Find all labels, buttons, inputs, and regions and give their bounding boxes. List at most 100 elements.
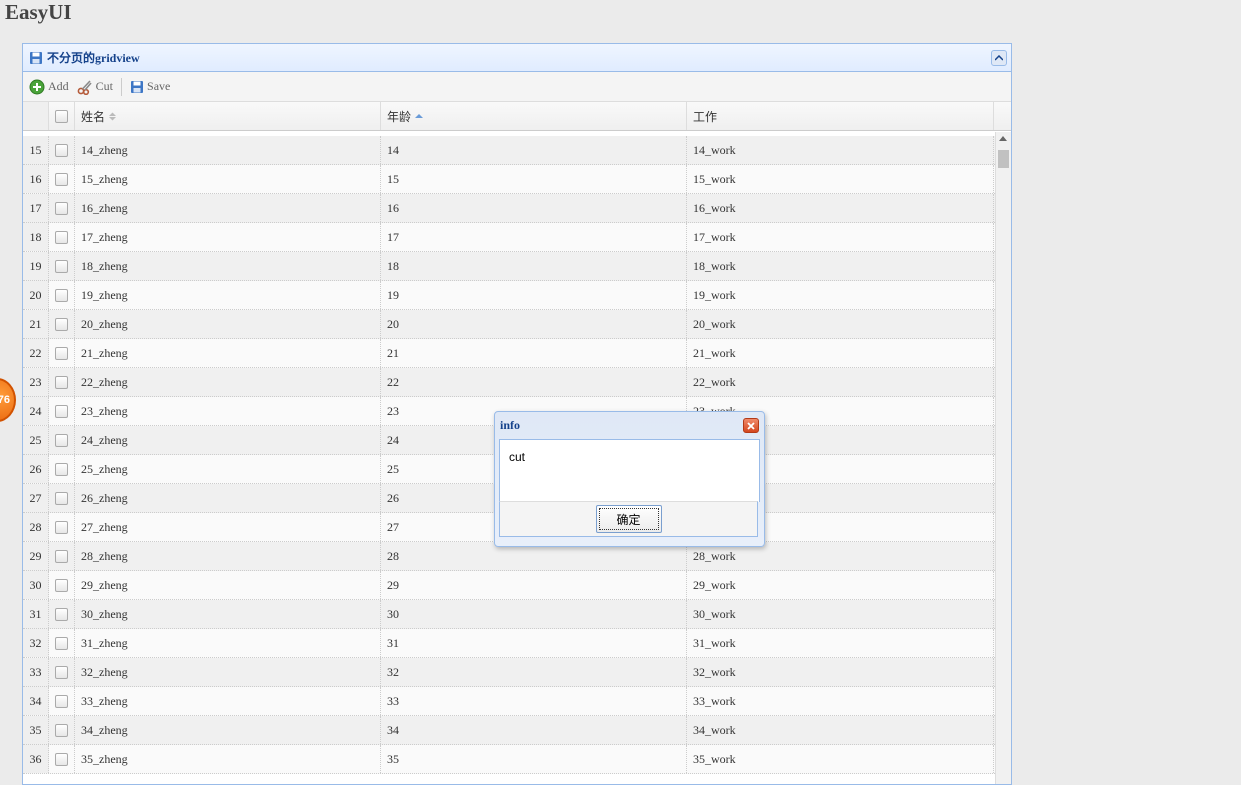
dialog-body: cut [499, 439, 760, 502]
cut-label: Cut [95, 79, 114, 93]
select-all-checkbox[interactable] [49, 102, 75, 130]
cell-age: 30 [381, 600, 687, 628]
table-row[interactable]: 30 29_zheng 29 29_work [23, 571, 995, 600]
cell-name: 21_zheng [75, 339, 381, 367]
cell-name: 22_zheng [75, 368, 381, 396]
cell-job: 20_work [687, 310, 994, 338]
row-checkbox[interactable] [49, 658, 75, 686]
cell-name: 24_zheng [75, 426, 381, 454]
table-row[interactable]: 23 22_zheng 22 22_work [23, 368, 995, 397]
table-row[interactable]: 32 31_zheng 31 31_work [23, 629, 995, 658]
row-checkbox[interactable] [49, 194, 75, 222]
table-row[interactable]: 22 21_zheng 21 21_work [23, 339, 995, 368]
row-number: 20 [23, 281, 49, 309]
cell-job: 21_work [687, 339, 994, 367]
row-number: 31 [23, 600, 49, 628]
table-row[interactable]: 31 30_zheng 30 30_work [23, 600, 995, 629]
row-checkbox[interactable] [49, 571, 75, 599]
row-checkbox[interactable] [49, 223, 75, 251]
cell-name: 30_zheng [75, 600, 381, 628]
table-row[interactable]: 34 33_zheng 33 33_work [23, 687, 995, 716]
cell-age: 31 [381, 629, 687, 657]
panel-header: 不分页的gridview [23, 44, 1011, 72]
row-checkbox[interactable] [49, 542, 75, 570]
table-row[interactable]: 15 14_zheng 14 14_work [23, 136, 995, 165]
row-checkbox[interactable] [49, 687, 75, 715]
row-checkbox[interactable] [49, 339, 75, 367]
table-row[interactable]: 33 32_zheng 32 32_work [23, 658, 995, 687]
row-checkbox[interactable] [49, 165, 75, 193]
table-row[interactable]: 17 16_zheng 16 16_work [23, 194, 995, 223]
row-number: 36 [23, 745, 49, 773]
table-row[interactable]: 20 19_zheng 19 19_work [23, 281, 995, 310]
column-header-job[interactable]: 工作 [687, 102, 994, 130]
cell-name: 33_zheng [75, 687, 381, 715]
close-icon[interactable] [743, 418, 759, 433]
column-header-age[interactable]: 年龄 [381, 102, 687, 130]
add-button[interactable]: Add [29, 79, 69, 95]
cell-age: 18 [381, 252, 687, 280]
add-circle-icon [29, 79, 45, 94]
cell-name: 34_zheng [75, 716, 381, 744]
save-label: Save [147, 79, 171, 93]
cell-age: 29 [381, 571, 687, 599]
row-number: 24 [23, 397, 49, 425]
scroll-thumb[interactable] [998, 150, 1009, 168]
row-checkbox[interactable] [49, 281, 75, 309]
cell-job: 31_work [687, 629, 994, 657]
row-checkbox[interactable] [49, 136, 75, 164]
cell-name: 23_zheng [75, 397, 381, 425]
table-row[interactable]: 19 18_zheng 18 18_work [23, 252, 995, 281]
cell-job: 35_work [687, 745, 994, 773]
cell-job: 22_work [687, 368, 994, 396]
cell-name: 35_zheng [75, 745, 381, 773]
cell-age: 22 [381, 368, 687, 396]
ok-button[interactable]: 确定 [595, 505, 662, 533]
row-checkbox[interactable] [49, 310, 75, 338]
row-number: 27 [23, 484, 49, 512]
cell-age: 16 [381, 194, 687, 222]
row-checkbox[interactable] [49, 368, 75, 396]
table-row[interactable]: 36 35_zheng 35 35_work [23, 745, 995, 774]
cut-button[interactable]: Cut [77, 79, 113, 95]
save-button[interactable]: Save [130, 79, 170, 94]
row-checkbox[interactable] [49, 455, 75, 483]
notification-badge[interactable]: 76 [0, 378, 16, 422]
table-row[interactable]: 35 34_zheng 34 34_work [23, 716, 995, 745]
table-row[interactable]: 21 20_zheng 20 20_work [23, 310, 995, 339]
row-checkbox[interactable] [49, 513, 75, 541]
cell-age: 34 [381, 716, 687, 744]
row-number: 33 [23, 658, 49, 686]
toolbar: Add Cut Save [23, 72, 1011, 102]
add-label: Add [48, 79, 69, 93]
cell-name: 25_zheng [75, 455, 381, 483]
save-icon [131, 80, 144, 93]
row-checkbox[interactable] [49, 397, 75, 425]
row-checkbox[interactable] [49, 716, 75, 744]
row-checkbox[interactable] [49, 426, 75, 454]
scroll-up-icon[interactable] [999, 136, 1007, 141]
column-header-name[interactable]: 姓名 [75, 102, 381, 130]
row-checkbox[interactable] [49, 600, 75, 628]
grid-header: 姓名 年龄 工作 [23, 102, 1011, 131]
cell-name: 19_zheng [75, 281, 381, 309]
row-checkbox[interactable] [49, 629, 75, 657]
row-checkbox[interactable] [49, 484, 75, 512]
row-checkbox[interactable] [49, 745, 75, 773]
row-checkbox[interactable] [49, 252, 75, 280]
row-number: 35 [23, 716, 49, 744]
cell-age: 33 [381, 687, 687, 715]
table-row[interactable]: 16 15_zheng 15 15_work [23, 165, 995, 194]
cell-job: 15_work [687, 165, 994, 193]
save-icon [30, 51, 42, 64]
vertical-scrollbar[interactable] [995, 132, 1011, 784]
cell-age: 17 [381, 223, 687, 251]
cell-job: 16_work [687, 194, 994, 222]
cell-name: 26_zheng [75, 484, 381, 512]
row-number: 23 [23, 368, 49, 396]
cell-job: 18_work [687, 252, 994, 280]
row-number: 25 [23, 426, 49, 454]
table-row[interactable]: 18 17_zheng 17 17_work [23, 223, 995, 252]
dialog-footer: 确定 [499, 501, 758, 537]
collapse-icon[interactable] [991, 50, 1007, 66]
